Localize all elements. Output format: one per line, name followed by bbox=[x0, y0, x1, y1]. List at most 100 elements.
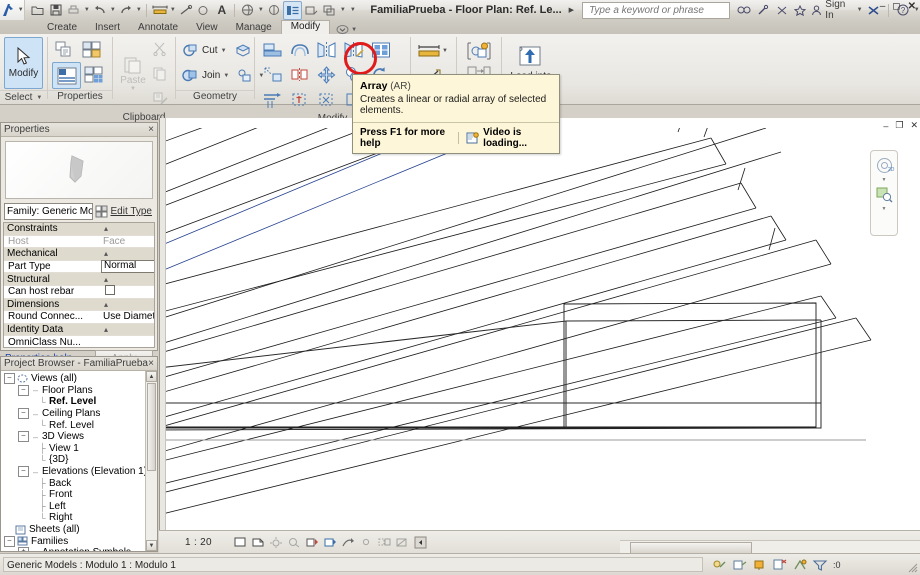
zoom-caret-icon[interactable]: ▼ bbox=[882, 206, 887, 212]
expander-icon[interactable]: – bbox=[18, 408, 29, 420]
close-hidden-windows-icon[interactable] bbox=[303, 2, 320, 19]
mirror-draw-axis-button[interactable] bbox=[340, 37, 367, 62]
worksets-icon[interactable] bbox=[713, 558, 727, 572]
match-type-button[interactable] bbox=[149, 86, 171, 111]
scale-button[interactable] bbox=[259, 62, 286, 87]
trim-extend-button[interactable] bbox=[259, 87, 286, 112]
panel-label-select[interactable]: Select ▼ bbox=[0, 90, 47, 104]
join-geometry-button[interactable]: Join ▼ bbox=[180, 64, 231, 88]
expander-icon[interactable]: – bbox=[18, 384, 29, 396]
family-type-selector[interactable]: Family: Generic Mo ▼ bbox=[4, 203, 94, 220]
favorites-star-icon[interactable] bbox=[792, 2, 808, 19]
crop-view-icon[interactable] bbox=[324, 536, 337, 549]
aligned-dimension-icon[interactable] bbox=[177, 2, 194, 19]
tab-create[interactable]: Create bbox=[38, 21, 86, 34]
measure-between-references-button[interactable] bbox=[415, 38, 442, 63]
expand-bar-icon[interactable] bbox=[414, 536, 427, 549]
view3d-dropdown-caret-icon[interactable]: ▼ bbox=[257, 2, 264, 19]
project-browser-scrollbar[interactable]: ▲ ▼ bbox=[145, 371, 157, 551]
print-dropdown-caret-icon[interactable]: ▼ bbox=[83, 2, 90, 19]
switch-windows-caret-icon[interactable]: ▼ bbox=[339, 2, 346, 19]
undo-dropdown-caret-icon[interactable]: ▼ bbox=[109, 2, 116, 19]
family-category-button[interactable] bbox=[81, 62, 108, 87]
tab-manage[interactable]: Manage bbox=[227, 21, 281, 34]
split-button[interactable] bbox=[286, 62, 313, 87]
tree-node-views-all[interactable]: – Views (all) bbox=[1, 373, 146, 385]
section-icon[interactable] bbox=[265, 2, 282, 19]
tag-icon[interactable] bbox=[195, 2, 212, 19]
tab-view[interactable]: View bbox=[187, 21, 227, 34]
drawing-view[interactable]: – ❐ ✕ 2D ▼ ▼ bbox=[159, 118, 920, 531]
temporary-hide-isolate-icon[interactable] bbox=[360, 536, 373, 549]
tree-node-ceiling-plan-ref-level[interactable]: └ Ref. Level bbox=[1, 419, 146, 431]
tree-node-elevation-right[interactable]: └ Right bbox=[1, 512, 146, 524]
tree-node-annotation-symbols[interactable]: + – Annotation Symbols bbox=[1, 547, 146, 551]
scroll-down-button[interactable]: ▼ bbox=[146, 540, 157, 551]
tab-annotate[interactable]: Annotate bbox=[129, 21, 187, 34]
close-icon[interactable]: × bbox=[148, 358, 154, 369]
search-input[interactable] bbox=[587, 3, 725, 17]
copy-button[interactable] bbox=[149, 61, 171, 86]
undo-icon[interactable] bbox=[91, 2, 108, 19]
measure-caret-icon[interactable]: ▼ bbox=[442, 48, 448, 54]
maximize-button[interactable]: ◻ bbox=[892, 2, 900, 12]
shadows-icon[interactable] bbox=[288, 536, 301, 549]
visual-style-icon[interactable] bbox=[252, 536, 265, 549]
view-scale-label[interactable]: 1 : 20 bbox=[185, 537, 212, 548]
show-crop-region-icon[interactable] bbox=[342, 536, 355, 549]
move-button[interactable] bbox=[313, 62, 340, 87]
expander-icon[interactable]: – bbox=[4, 535, 15, 547]
redo-icon[interactable] bbox=[117, 2, 134, 19]
default-3d-view-icon[interactable] bbox=[239, 2, 256, 19]
redo-dropdown-caret-icon[interactable]: ▼ bbox=[135, 2, 142, 19]
print-icon[interactable] bbox=[65, 2, 82, 19]
design-options-icon[interactable] bbox=[733, 558, 747, 572]
measure-icon[interactable] bbox=[151, 2, 168, 19]
tree-node-elevation-front[interactable]: ├ Front bbox=[1, 489, 146, 501]
tree-node-floor-plans[interactable]: – – Floor Plans bbox=[1, 384, 146, 397]
minimize-button[interactable]: – bbox=[880, 2, 886, 12]
create-similar-button[interactable] bbox=[466, 38, 493, 63]
measure-dropdown-caret-icon[interactable]: ▼ bbox=[169, 2, 176, 19]
table-row[interactable]: Part Type Normal bbox=[4, 260, 154, 274]
title-dropdown-caret-icon[interactable]: ▶ bbox=[569, 6, 574, 14]
expander-icon[interactable]: – bbox=[18, 431, 29, 443]
type-properties-button[interactable] bbox=[52, 37, 79, 62]
sun-path-icon[interactable] bbox=[270, 536, 283, 549]
switch-join-order-button[interactable] bbox=[229, 38, 256, 63]
tree-node-view-1[interactable]: ├ View 1 bbox=[1, 443, 146, 455]
collapse-icon[interactable]: ▴ bbox=[100, 275, 112, 284]
tree-node-3d-views[interactable]: – – 3D Views bbox=[1, 431, 146, 443]
resize-grip-icon[interactable] bbox=[908, 563, 918, 573]
save-icon[interactable] bbox=[47, 2, 64, 19]
communication-center-icon[interactable] bbox=[774, 2, 790, 19]
active-design-option-icon[interactable] bbox=[793, 558, 807, 572]
unpin-button[interactable] bbox=[313, 87, 340, 112]
scroll-up-button[interactable]: ▲ bbox=[146, 371, 157, 382]
modify-button[interactable]: Modify bbox=[4, 37, 43, 89]
open-icon[interactable] bbox=[29, 2, 46, 19]
exclude-options-icon[interactable] bbox=[773, 558, 787, 572]
search-icon[interactable] bbox=[736, 2, 752, 19]
qat-customize-caret-icon[interactable]: ▼ bbox=[347, 2, 358, 19]
collapse-icon[interactable]: ▴ bbox=[100, 325, 112, 334]
can-host-rebar-checkbox[interactable] bbox=[105, 285, 115, 296]
tree-node-ceiling-plans[interactable]: – – Ceiling Plans bbox=[1, 408, 146, 420]
expander-icon[interactable]: – bbox=[18, 466, 29, 478]
filter-icon[interactable] bbox=[812, 558, 828, 572]
application-menu-button[interactable]: ▼ bbox=[0, 0, 26, 20]
tree-node-sheets-all[interactable]: Sheets (all) bbox=[1, 524, 146, 536]
collapse-icon[interactable]: ▴ bbox=[100, 249, 112, 258]
array-button[interactable] bbox=[367, 37, 394, 62]
family-types-button[interactable] bbox=[79, 37, 106, 62]
properties-button[interactable] bbox=[52, 62, 81, 89]
table-row[interactable]: OmniClass Nu... bbox=[4, 336, 154, 347]
tree-node-floor-plan-ref-level[interactable]: └ Ref. Level bbox=[1, 396, 146, 408]
switch-windows-icon[interactable] bbox=[321, 2, 338, 19]
subscription-center-icon[interactable] bbox=[755, 2, 771, 19]
editable-only-icon[interactable] bbox=[753, 558, 767, 572]
tree-node-elevations[interactable]: – – Elevations (Elevation 1) bbox=[1, 466, 146, 478]
pin-button[interactable] bbox=[286, 87, 313, 112]
ribbon-display-options[interactable]: ▼ bbox=[336, 25, 357, 34]
drawing-canvas[interactable] bbox=[166, 128, 920, 531]
